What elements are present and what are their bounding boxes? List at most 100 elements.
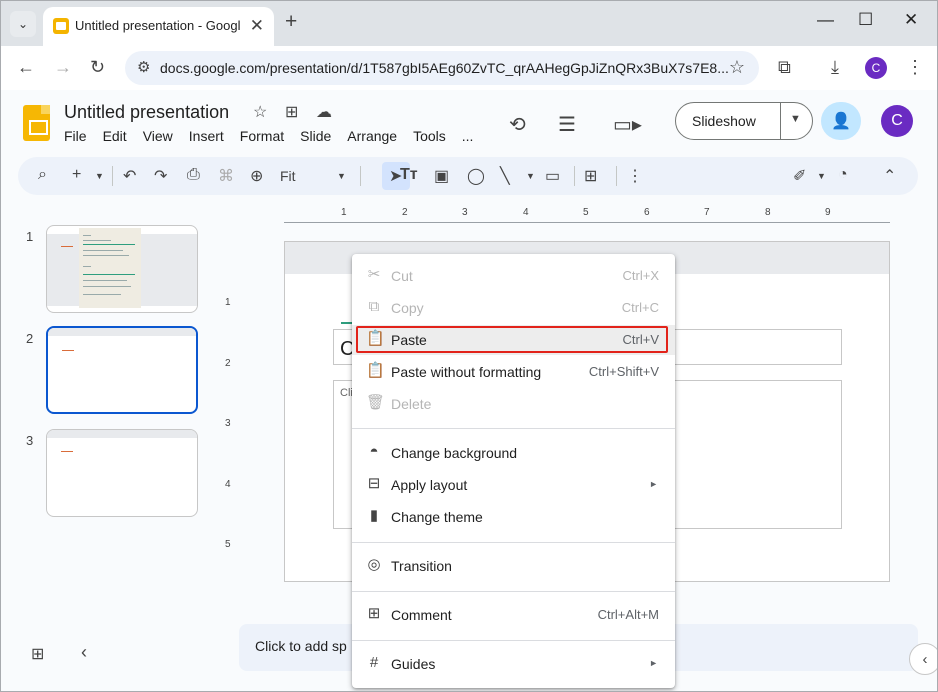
text-box-icon[interactable]: Tт bbox=[400, 166, 418, 184]
version-history-icon[interactable]: ⟲ bbox=[509, 112, 526, 137]
slide-thumbnail-2[interactable] bbox=[46, 326, 198, 414]
menu-separator bbox=[352, 428, 675, 429]
close-window-button[interactable]: ✕ bbox=[904, 10, 918, 30]
menu-insert[interactable]: Insert bbox=[189, 128, 224, 144]
new-slide-dropdown-icon[interactable]: ▼ bbox=[95, 171, 104, 181]
image-icon[interactable]: ▣ bbox=[434, 166, 449, 186]
slide-thumbnail-3[interactable] bbox=[46, 429, 198, 517]
menu-item-change-theme[interactable]: ▮ Change theme bbox=[352, 502, 675, 532]
menu-item-paste-without-formatting[interactable]: 📋 Paste without formatting Ctrl+Shift+V bbox=[352, 357, 675, 387]
video-icon[interactable]: ▭ bbox=[545, 166, 560, 186]
thumbnail-document bbox=[79, 228, 141, 308]
pen-pointer-icon[interactable]: ✐ bbox=[793, 166, 806, 186]
tab-search-button[interactable]: ⌄ bbox=[10, 11, 36, 37]
download-icon[interactable]: ⤓ bbox=[831, 57, 839, 78]
menu-view[interactable]: View bbox=[143, 128, 173, 144]
menu-item-apply-layout[interactable]: ⊟ Apply layout ► bbox=[352, 470, 675, 500]
submenu-arrow-icon: ► bbox=[649, 658, 658, 668]
more-options-icon[interactable]: ⋮ bbox=[627, 166, 643, 186]
menu-file[interactable]: File bbox=[64, 128, 87, 144]
profile-avatar[interactable]: C bbox=[865, 57, 887, 79]
slideshow-button[interactable]: Slideshow ▼ bbox=[675, 102, 813, 140]
minimize-button[interactable]: — bbox=[817, 10, 834, 30]
collapse-filmstrip-icon[interactable]: ‹ bbox=[81, 642, 87, 663]
thumb-line bbox=[83, 250, 123, 251]
menu-more[interactable]: ... bbox=[462, 128, 474, 144]
new-slide-icon[interactable]: + bbox=[72, 166, 81, 184]
search-menus-icon[interactable]: ⌕ bbox=[38, 166, 47, 184]
zoom-level[interactable]: Fit bbox=[280, 168, 296, 184]
menu-item-comment[interactable]: ⊞ Comment Ctrl+Alt+M bbox=[352, 600, 675, 630]
scissors-icon: ✂ bbox=[367, 266, 381, 283]
toolbar-separator bbox=[112, 166, 113, 186]
extensions-icon[interactable]: ⧉ bbox=[778, 57, 791, 78]
browser-tab[interactable]: Untitled presentation - Google ✕ bbox=[43, 7, 274, 46]
undo-icon[interactable]: ↶ bbox=[123, 166, 136, 186]
share-button[interactable]: 👤 bbox=[821, 102, 861, 140]
menu-item-delete[interactable]: 🗑 Delete bbox=[352, 389, 675, 419]
redo-icon[interactable]: ↷ bbox=[154, 166, 167, 186]
menu-item-copy[interactable]: ⧉ Copy Ctrl+C bbox=[352, 293, 675, 323]
shape-icon[interactable]: ◯ bbox=[467, 166, 485, 186]
trash-icon: 🗑 bbox=[366, 394, 386, 411]
slideshow-dropdown-icon[interactable]: ▼ bbox=[790, 113, 801, 125]
meet-camera-icon[interactable]: ▭▸ bbox=[613, 112, 642, 137]
print-icon[interactable]: ⎙ bbox=[187, 166, 200, 184]
transition-icon: ◎ bbox=[367, 556, 381, 573]
menu-arrange[interactable]: Arrange bbox=[347, 128, 397, 144]
menu-edit[interactable]: Edit bbox=[103, 128, 127, 144]
slides-logo-icon[interactable] bbox=[23, 105, 50, 141]
line-icon[interactable]: ╲ bbox=[500, 166, 510, 186]
zoom-icon[interactable]: ⊕ bbox=[250, 166, 263, 186]
add-comment-toolbar-icon[interactable]: ⊞ bbox=[584, 166, 597, 186]
line-dropdown-icon[interactable]: ▼ bbox=[526, 171, 535, 181]
slides-favicon-icon bbox=[53, 18, 69, 34]
tab-strip: ⌄ Untitled presentation - Google ✕ + — ☐… bbox=[1, 1, 937, 46]
menu-tools[interactable]: Tools bbox=[413, 128, 446, 144]
notes-placeholder: Click to add sp bbox=[255, 638, 347, 654]
menu-item-guides[interactable]: # Guides ► bbox=[352, 649, 675, 679]
thumb-line bbox=[83, 266, 91, 267]
bookmark-star-icon[interactable]: ☆ bbox=[729, 57, 745, 78]
paint-format-icon[interactable]: ⌘ bbox=[218, 166, 234, 186]
star-icon[interactable]: ☆ bbox=[253, 102, 267, 122]
comments-icon[interactable]: ☰ bbox=[558, 112, 576, 137]
paint-roller-icon: ▮ bbox=[369, 507, 379, 524]
new-tab-button[interactable]: + bbox=[285, 10, 297, 34]
browser-menu-icon[interactable]: ⋮ bbox=[906, 57, 924, 78]
account-avatar[interactable]: C bbox=[881, 105, 913, 137]
ruler-tick-label: 2 bbox=[225, 358, 231, 369]
tab-close-icon[interactable]: ✕ bbox=[250, 16, 264, 36]
maximize-button[interactable]: ☐ bbox=[858, 10, 873, 30]
menu-item-cut[interactable]: ✂ Cut Ctrl+X bbox=[352, 261, 675, 291]
menu-item-transition[interactable]: ◎ Transition bbox=[352, 551, 675, 581]
hide-menus-icon[interactable]: ⌃ bbox=[883, 166, 896, 186]
zoom-dropdown-icon[interactable]: ▼ bbox=[337, 171, 346, 181]
cloud-status-icon[interactable]: ☁ bbox=[316, 102, 332, 122]
document-title[interactable]: Untitled presentation bbox=[64, 102, 229, 123]
slide-transition-icon[interactable]: ◔ bbox=[838, 166, 848, 184]
slide-thumbnail-1[interactable] bbox=[46, 225, 198, 313]
menu-slide[interactable]: Slide bbox=[300, 128, 331, 144]
url-field[interactable]: ⚙ docs.google.com/presentation/d/1T587gb… bbox=[125, 51, 759, 85]
toolbar-separator bbox=[574, 166, 575, 186]
ruler-baseline bbox=[284, 222, 890, 223]
menu-format[interactable]: Format bbox=[240, 128, 284, 144]
forward-icon[interactable]: → bbox=[54, 57, 72, 78]
add-person-icon: 👤 bbox=[831, 113, 851, 130]
reload-icon[interactable]: ↻ bbox=[90, 57, 105, 78]
vertical-ruler: 1 2 3 4 5 bbox=[223, 241, 239, 583]
menu-item-change-background[interactable]: ◓ Change background bbox=[352, 438, 675, 468]
menu-separator bbox=[352, 591, 675, 592]
pen-dropdown-icon[interactable]: ▼ bbox=[817, 171, 826, 181]
copy-icon: ⧉ bbox=[368, 298, 380, 315]
thumb-line bbox=[83, 240, 111, 241]
grid-view-icon[interactable]: ⊞ bbox=[31, 644, 44, 664]
toolbar-separator bbox=[616, 166, 617, 186]
menu-item-label: Copy bbox=[391, 300, 424, 316]
show-side-panel-button[interactable]: ‹ bbox=[909, 643, 937, 675]
move-folder-icon[interactable]: ⊞ bbox=[285, 102, 298, 122]
site-info-icon[interactable]: ⚙ bbox=[137, 58, 150, 76]
back-icon[interactable]: ← bbox=[17, 57, 35, 78]
ruler-tick-label: 1 bbox=[225, 297, 231, 308]
